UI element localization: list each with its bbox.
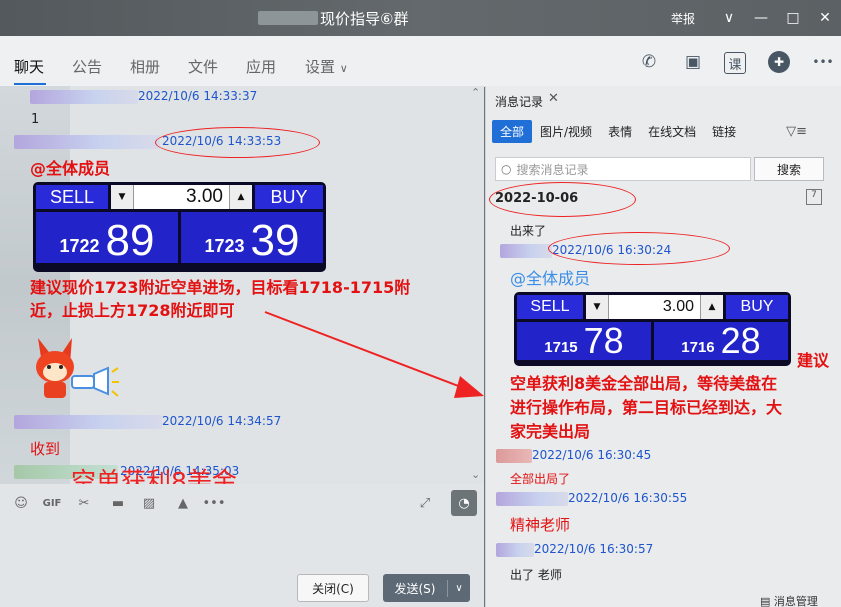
bell-icon[interactable]: ▲ xyxy=(172,492,194,514)
ask-price[interactable]: 1716 28 xyxy=(654,322,788,360)
gif-icon[interactable]: GIF xyxy=(41,492,63,514)
chevron-down-icon[interactable]: ∨ xyxy=(448,583,470,594)
title-bar: 现价指导⑥群 举报 ∨ — □ ✕ xyxy=(0,0,841,36)
timestamp: 2022/10/6 16:30:55 xyxy=(568,491,688,505)
buy-button[interactable]: BUY xyxy=(726,295,788,319)
phone-icon[interactable]: ✆ xyxy=(636,50,662,74)
timestamp: 2022/10/6 16:30:57 xyxy=(534,542,654,556)
history-panel: 消息记录 ✕ 全部 图片/视频 表情 在线文档 链接 ▽≡ ○ 搜索消息记录 搜… xyxy=(485,86,841,607)
tab-apps[interactable]: 应用 xyxy=(246,56,276,77)
image-icon[interactable]: ▨ xyxy=(138,492,160,514)
annotation-circle xyxy=(489,182,636,217)
scissors-icon[interactable]: ✂ xyxy=(73,492,95,514)
filter-bar: 全部 图片/视频 表情 在线文档 链接 ▽≡ xyxy=(492,120,807,143)
filter-stickers[interactable]: 表情 xyxy=(600,120,640,143)
tab-bar: 聊天 公告 相册 文件 应用 设置 ∨ ✆ ▣ 课 ✚ ••• xyxy=(0,36,841,87)
class-icon[interactable]: 课 xyxy=(724,52,746,74)
tab-files[interactable]: 文件 xyxy=(188,56,218,77)
message-header: 2022/10/6 16:30:55 xyxy=(496,491,687,506)
message-header: 2022/10/6 16:30:45 xyxy=(496,448,651,463)
calendar-icon[interactable]: 7 xyxy=(806,189,822,205)
minimize-button[interactable]: — xyxy=(745,10,777,26)
tab-announcement[interactable]: 公告 xyxy=(72,56,102,77)
tab-chat[interactable]: 聊天 xyxy=(14,56,44,77)
message-text: 空单获利8美金全部出局，等待美盘在 进行操作布局，第二目标已经到达，大 家完美出… xyxy=(510,374,783,441)
emoji-icon[interactable]: ☺ xyxy=(10,492,32,514)
mention-all[interactable]: @全体成员 xyxy=(510,265,590,289)
message-manage-link[interactable]: ▤ 消息管理 xyxy=(760,593,818,607)
filter-all[interactable]: 全部 xyxy=(492,120,533,143)
chevron-down-icon[interactable]: ∨ xyxy=(713,10,745,26)
filter-icon[interactable]: ▽≡ xyxy=(786,124,807,139)
more-icon[interactable]: ••• xyxy=(203,492,226,514)
expand-icon[interactable]: ⤢ xyxy=(414,492,436,514)
folder-icon[interactable]: ▬ xyxy=(107,492,129,514)
active-tab-indicator xyxy=(14,83,46,85)
tab-settings[interactable]: 设置 ∨ xyxy=(305,56,348,77)
increase-icon[interactable]: ▲ xyxy=(700,295,723,319)
search-icon: ○ xyxy=(501,162,512,176)
send-button[interactable]: 发送(S) ∨ xyxy=(383,574,470,602)
filter-docs[interactable]: 在线文档 xyxy=(640,120,704,143)
message-text: 全部出局了 xyxy=(510,472,571,486)
window-title: 现价指导⑥群 xyxy=(320,10,409,28)
video-icon[interactable]: ▣ xyxy=(680,50,706,74)
message-header: 2022/10/6 16:30:57 xyxy=(496,542,653,557)
chevron-down-icon: ∨ xyxy=(339,62,348,75)
sender-name-blur xyxy=(500,243,552,258)
message-text: 出了 老师 xyxy=(510,568,562,582)
message-text: 建议 xyxy=(797,351,830,370)
trade-widget: SELL ▼ 3.00 ▲ BUY 1715 78 1716 28 xyxy=(514,292,791,366)
search-input[interactable]: ○ 搜索消息记录 xyxy=(495,157,751,181)
group-name-blur xyxy=(258,11,318,25)
maximize-button[interactable]: □ xyxy=(777,10,809,26)
decrease-icon[interactable]: ▼ xyxy=(586,295,609,319)
filter-links[interactable]: 链接 xyxy=(704,120,744,143)
timestamp: 2022/10/6 16:30:45 xyxy=(532,448,652,462)
annotation-circle xyxy=(548,232,730,265)
close-button[interactable]: ✕ xyxy=(809,10,841,26)
input-area: ☺ GIF ✂ ▬ ▨ ▲ ••• ⤢ ◔ 关闭(C) 发送(S) ∨ xyxy=(0,484,484,607)
more-icon[interactable]: ••• xyxy=(810,50,836,74)
close-icon[interactable]: ✕ xyxy=(548,91,559,106)
quantity-field[interactable]: 3.00 xyxy=(609,295,700,319)
annotation-arrow xyxy=(264,311,484,398)
chat-area: ⌃ 2022/10/6 14:33:37 1 2022/10/6 14:33:5… xyxy=(0,86,484,484)
report-button[interactable]: 举报 xyxy=(671,10,695,27)
send-label: 发送(S) xyxy=(383,579,448,597)
filter-media[interactable]: 图片/视频 xyxy=(532,120,600,143)
history-icon[interactable]: ◔ xyxy=(451,490,477,516)
add-icon[interactable]: ✚ xyxy=(768,51,790,73)
bid-price[interactable]: 1715 78 xyxy=(517,322,651,360)
message-text: 出来了 xyxy=(510,224,547,238)
manage-icon: ▤ xyxy=(760,595,771,607)
close-chat-button[interactable]: 关闭(C) xyxy=(297,574,369,602)
sender-name-blur xyxy=(496,542,534,557)
tab-album[interactable]: 相册 xyxy=(130,56,160,77)
sender-name-blur xyxy=(496,491,568,506)
sender-name-blur xyxy=(496,448,532,463)
sell-button[interactable]: SELL xyxy=(517,295,583,319)
message-text: 精神老师 xyxy=(510,516,571,534)
search-button[interactable]: 搜索 xyxy=(754,157,824,181)
panel-title: 消息记录 xyxy=(495,95,544,109)
